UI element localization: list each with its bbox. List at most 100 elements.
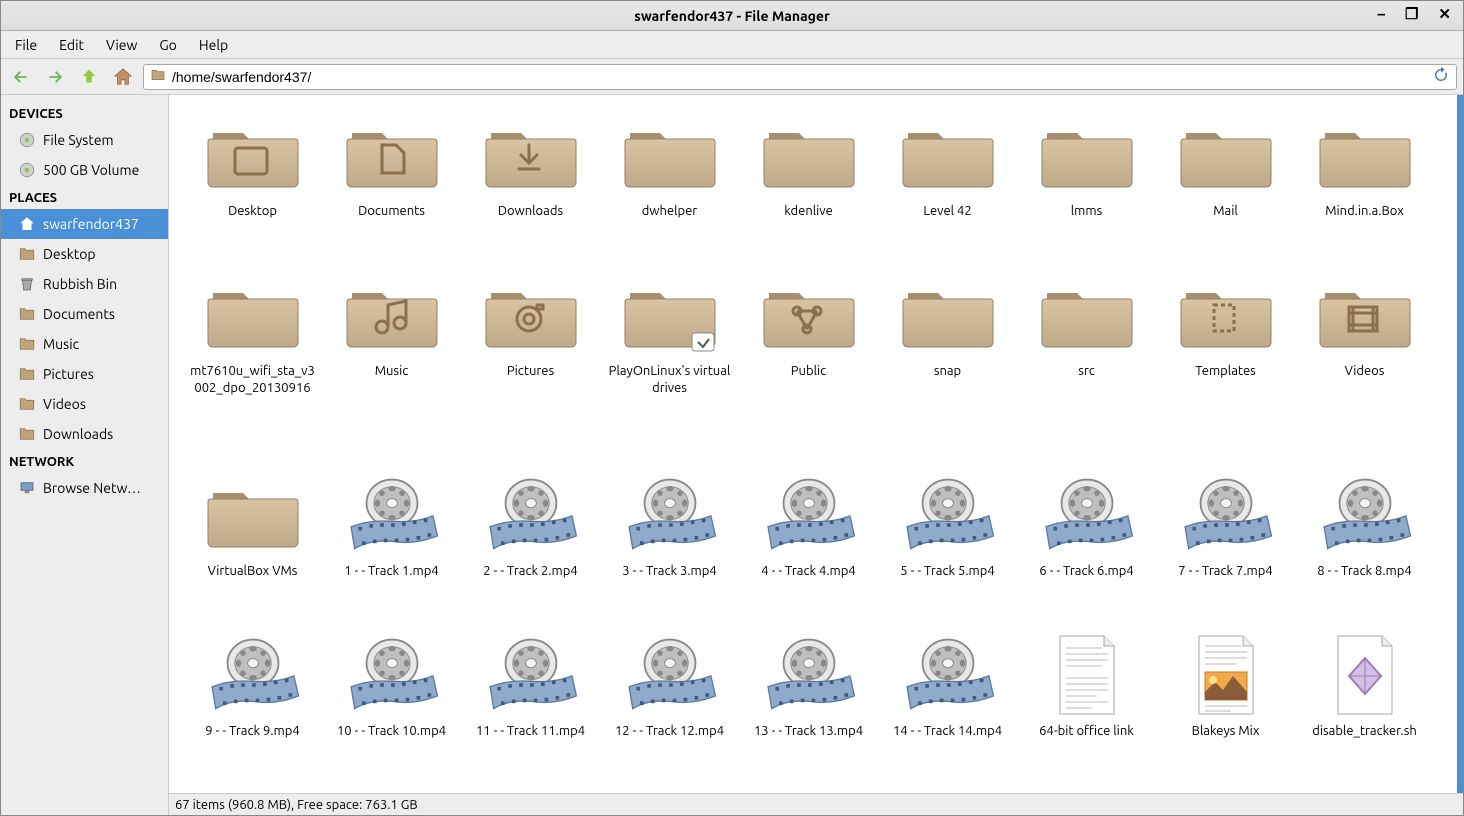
addressbar[interactable] [143,64,1457,90]
file-item[interactable]: mt7610u_wifi_sta_v3002_dpo_20130916 [183,267,322,467]
file-item[interactable]: 3 - - Track 3.mp4 [600,467,739,627]
close-button[interactable]: ✕ [1434,5,1455,23]
file-label: 10 - - Track 10.mp4 [337,723,446,740]
home-icon [17,214,37,234]
titlebar: swarfendor437 - File Manager – ❐ ✕ [1,1,1463,31]
video-icon [1315,475,1415,555]
file-item[interactable]: disable_tracker.sh [1295,627,1434,787]
file-item[interactable]: dwhelper [600,107,739,267]
file-item[interactable]: lmms [1017,107,1156,267]
trash-icon [17,274,37,294]
file-label: 11 - - Track 11.mp4 [476,723,585,740]
file-label: disable_tracker.sh [1312,723,1417,740]
toolbar [1,59,1463,95]
file-item[interactable]: 9 - - Track 9.mp4 [183,627,322,787]
file-label: mt7610u_wifi_sta_v3002_dpo_20130916 [187,363,318,397]
sidebar-item-label: Desktop [43,246,96,262]
file-label: 6 - - Track 6.mp4 [1039,563,1133,580]
file-item[interactable]: Desktop [183,107,322,267]
sidebar-item-devices-0[interactable]: File System [1,125,168,155]
folder-icon [342,275,442,355]
file-item[interactable]: 4 - - Track 4.mp4 [739,467,878,627]
file-label: Blakeys Mix [1192,723,1260,740]
menu-go[interactable]: Go [149,33,186,57]
sidebar-item-places-1[interactable]: Desktop [1,239,168,269]
sidebar-item-places-0[interactable]: swarfendor437 [1,209,168,239]
folder-icon [1176,115,1276,195]
video-icon [620,635,720,715]
file-item[interactable]: src [1017,267,1156,467]
up-button[interactable] [75,63,103,91]
file-item[interactable]: Music [322,267,461,467]
file-item[interactable]: 8 - - Track 8.mp4 [1295,467,1434,627]
file-label: Public [791,363,826,380]
scrollbar[interactable] [1457,95,1463,793]
sidebar: DEVICES File System500 GB Volume PLACES … [1,95,169,815]
file-item[interactable]: Mind.in.a.Box [1295,107,1434,267]
sidebar-item-devices-1[interactable]: 500 GB Volume [1,155,168,185]
file-label: PlayOnLinux's virtual drives [604,363,735,397]
file-item[interactable]: 7 - - Track 7.mp4 [1156,467,1295,627]
file-label: kdenlive [784,203,833,220]
file-item[interactable]: 64-bit office link [1017,627,1156,787]
file-item[interactable]: Blakeys Mix [1156,627,1295,787]
folder-icon [203,115,303,195]
sidebar-item-places-7[interactable]: Downloads [1,419,168,449]
file-item[interactable]: Videos [1295,267,1434,467]
video-icon [481,635,581,715]
file-item[interactable]: PlayOnLinux's virtual drives [600,267,739,467]
video-icon [620,475,720,555]
file-item[interactable]: snap [878,267,1017,467]
back-button[interactable] [7,63,35,91]
file-item[interactable]: 5 - - Track 5.mp4 [878,467,1017,627]
file-item[interactable]: Mail [1156,107,1295,267]
sidebar-item-network-0[interactable]: Browse Netw… [1,473,168,503]
icon-grid[interactable]: DesktopDocumentsDownloads dwhelper kdenliv… [169,95,1463,793]
minimize-button[interactable]: – [1373,5,1389,23]
sidebar-item-places-2[interactable]: Rubbish Bin [1,269,168,299]
file-item[interactable]: Documents [322,107,461,267]
file-item[interactable]: 1 - - Track 1.mp4 [322,467,461,627]
folder-icon [203,275,303,355]
file-label: dwhelper [642,203,697,220]
file-item[interactable]: 13 - - Track 13.mp4 [739,627,878,787]
menu-view[interactable]: View [96,33,147,57]
sidebar-item-places-4[interactable]: Music [1,329,168,359]
home-button[interactable] [109,63,137,91]
path-input[interactable] [172,69,1426,85]
file-item[interactable]: Templates [1156,267,1295,467]
file-label: VirtualBox VMs [208,563,298,580]
menu-file[interactable]: File [5,33,47,57]
file-item[interactable]: 6 - - Track 6.mp4 [1017,467,1156,627]
sidebar-item-places-5[interactable]: Pictures [1,359,168,389]
file-item[interactable]: kdenlive [739,107,878,267]
folder-icon [17,394,37,414]
folder-icon [481,115,581,195]
file-item[interactable]: Public [739,267,878,467]
sidebar-item-places-3[interactable]: Documents [1,299,168,329]
file-item[interactable]: 12 - - Track 12.mp4 [600,627,739,787]
menu-help[interactable]: Help [189,33,238,57]
folder-icon [898,275,998,355]
sidebar-item-label: 500 GB Volume [43,162,139,178]
file-item[interactable]: Downloads [461,107,600,267]
file-item[interactable]: Pictures [461,267,600,467]
menu-edit[interactable]: Edit [49,33,94,57]
file-item[interactable]: VirtualBox VMs [183,467,322,627]
file-item[interactable]: Level 42 [878,107,1017,267]
file-item[interactable]: 2 - - Track 2.mp4 [461,467,600,627]
refresh-button[interactable] [1432,66,1450,87]
file-label: 4 - - Track 4.mp4 [761,563,855,580]
doc-icon [1037,635,1137,715]
file-item[interactable]: 11 - - Track 11.mp4 [461,627,600,787]
status-text: 67 items (960.8 MB), Free space: 763.1 G… [175,798,418,812]
folder-icon [898,115,998,195]
sidebar-item-places-6[interactable]: Videos [1,389,168,419]
file-item[interactable]: 10 - - Track 10.mp4 [322,627,461,787]
folder-icon [1176,275,1276,355]
maximize-button[interactable]: ❐ [1401,5,1422,23]
forward-button[interactable] [41,63,69,91]
file-label: Music [375,363,409,380]
video-icon [898,475,998,555]
file-item[interactable]: 14 - - Track 14.mp4 [878,627,1017,787]
